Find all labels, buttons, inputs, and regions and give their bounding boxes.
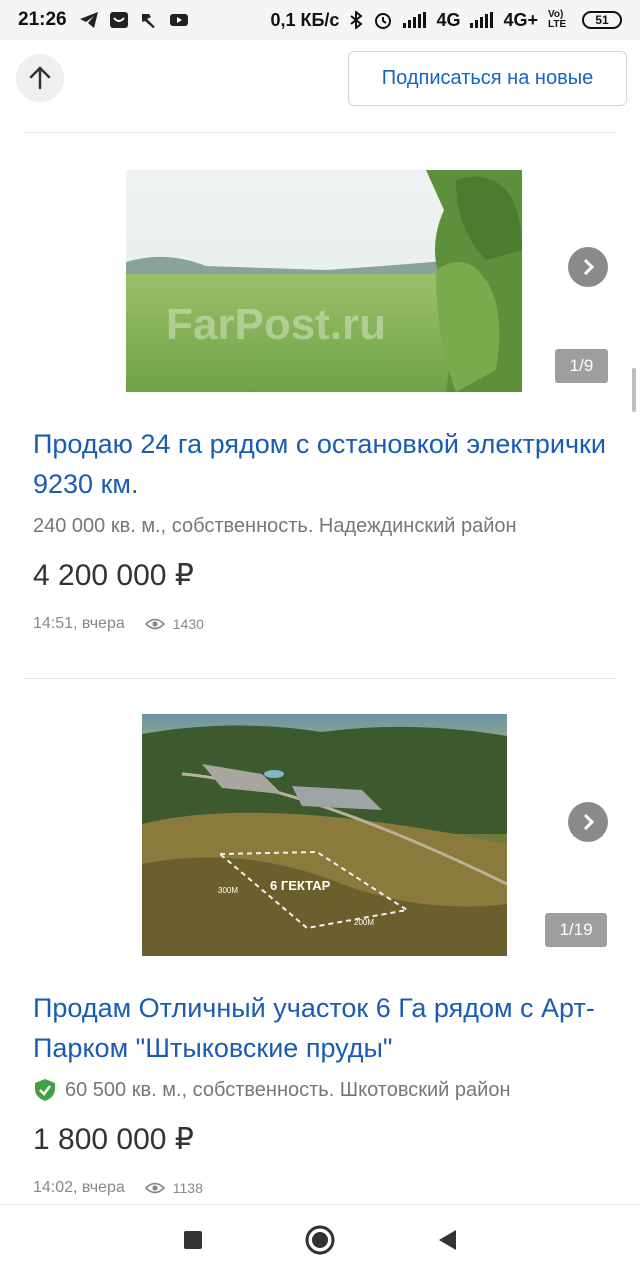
system-nav-bar (0, 1204, 640, 1280)
arrow-up-icon (29, 66, 51, 90)
triangle-back-icon (439, 1230, 456, 1250)
recents-button[interactable] (182, 1229, 204, 1256)
side-label-a: 300М (218, 886, 239, 895)
home-button[interactable] (304, 1224, 336, 1261)
alarm-icon (375, 13, 392, 29)
listing-price: 1 800 000 ₽ (33, 1123, 194, 1156)
views-number: 1430 (172, 616, 204, 632)
views-number: 1138 (172, 1180, 203, 1196)
verified-shield-icon (35, 1079, 55, 1101)
photo-counter: 1/19 (545, 913, 607, 947)
photo-watermark: FarPost.ru (166, 300, 387, 349)
telegram-icon (79, 12, 98, 28)
app-icon (109, 12, 128, 28)
signal-icon (403, 12, 427, 28)
network-type-2: 4G+ (503, 9, 538, 30)
volte-icon: Vo) LTE (548, 9, 567, 30)
views-count: 1138 (144, 1180, 203, 1196)
status-right: 0,1 КБ/с 4G 4G+ Vo) LTE 51 (270, 10, 622, 31)
listing-footer: 14:02, вчера 1138 (33, 1179, 203, 1197)
subscribe-button[interactable]: Подписаться на новые (348, 51, 627, 106)
views-count: 1430 (144, 616, 204, 632)
listing-photo[interactable]: FarPost.ru (126, 170, 522, 392)
listing-photo[interactable]: 6 ГЕКТАР 300М 200М (142, 714, 507, 956)
photo-counter: 1/9 (555, 349, 608, 383)
circle-icon (305, 1225, 335, 1255)
eye-icon (144, 618, 165, 630)
chevron-right-icon (583, 813, 595, 831)
status-bar: 21:26 0,1 КБ/с 4G 4G+ Vo) LTE 51 (0, 0, 640, 40)
divider (24, 678, 616, 679)
side-label-b: 200М (354, 918, 375, 927)
details-text: 240 000 кв. м., собственность. Надеждинс… (33, 515, 517, 537)
divider (24, 132, 616, 133)
battery-icon: 51 (582, 11, 622, 29)
field-photo (126, 170, 522, 392)
back-button[interactable] (436, 1228, 458, 1257)
notification-icons (79, 11, 189, 29)
square-icon (184, 1231, 202, 1249)
next-photo-button[interactable] (568, 802, 608, 842)
listing-price: 4 200 000 ₽ (33, 559, 194, 592)
posted-time: 14:02, вчера (33, 1179, 125, 1196)
bluetooth-icon (350, 11, 364, 29)
hammer-icon (141, 14, 155, 28)
area-label: 6 ГЕКТАР (270, 878, 331, 893)
eye-icon (144, 1182, 165, 1194)
listing-details: 240 000 кв. м., собственность. Надеждинс… (33, 515, 517, 538)
signal-icon-2 (470, 12, 494, 28)
listing-footer: 14:51, вчера 1430 (33, 615, 204, 633)
scrollbar[interactable] (632, 368, 636, 412)
details-text: 60 500 кв. м., собственность. Шкотовский… (65, 1078, 511, 1101)
listing-title[interactable]: Продаю 24 га рядом с остановкой электрич… (33, 424, 613, 504)
listing-title[interactable]: Продам Отличный участок 6 Га рядом с Арт… (33, 988, 613, 1068)
chevron-right-icon (583, 258, 595, 276)
network-type-1: 4G (436, 9, 461, 30)
top-bar: Подписаться на новые (0, 40, 640, 120)
aerial-photo (142, 714, 507, 956)
posted-time: 14:51, вчера (33, 615, 125, 632)
network-speed: 0,1 КБ/с (270, 9, 340, 30)
youtube-icon (169, 14, 188, 26)
scroll-up-button[interactable] (16, 54, 64, 102)
listing-details: 60 500 кв. м., собственность. Шкотовский… (33, 1078, 511, 1102)
next-photo-button[interactable] (568, 247, 608, 287)
clock: 21:26 (18, 9, 67, 30)
